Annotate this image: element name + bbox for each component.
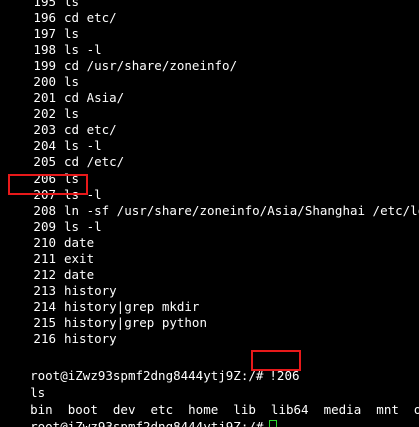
history-number: 208 <box>33 203 56 218</box>
highlight-box-206 <box>8 174 88 195</box>
history-number: 213 <box>33 283 56 298</box>
history-line: 203 cd etc/ <box>0 122 117 138</box>
history-number: 200 <box>33 74 56 89</box>
history-line: 211 exit <box>0 251 94 267</box>
history-line: 208 ln -sf /usr/share/zoneinfo/Asia/Shang… <box>0 203 419 219</box>
history-command: ls <box>64 0 80 9</box>
history-number: 215 <box>33 315 56 330</box>
history-command: cd /usr/share/zoneinfo/ <box>64 58 238 73</box>
history-number: 196 <box>33 10 56 25</box>
history-line: 197 ls <box>0 26 79 42</box>
history-number: 201 <box>33 90 56 105</box>
terminal-window[interactable]: 195 ls 196 cd etc/ 197 ls 198 ls -l 199 cd /u… <box>0 0 419 427</box>
history-command: exit <box>64 251 95 266</box>
history-command: history|grep python <box>64 315 207 330</box>
history-number: 199 <box>33 58 56 73</box>
history-command: ls -l <box>64 138 102 153</box>
history-command: ls <box>64 74 80 89</box>
history-command: ls <box>64 26 80 41</box>
ls-output-line: bin boot dev etc home lib lib64 media mn… <box>0 386 419 417</box>
history-line: 204 ls -l <box>0 138 102 154</box>
history-number: 197 <box>33 26 56 41</box>
history-line: 213 history <box>0 283 117 299</box>
history-line: 210 date <box>0 235 94 251</box>
history-command: date <box>64 267 95 282</box>
history-command: cd /etc/ <box>64 154 125 169</box>
history-number: 205 <box>33 154 56 169</box>
shell-prompt: root@iZwz93spmf2dng8444ytj9Z:/# <box>30 368 264 383</box>
history-number: 195 <box>33 0 56 9</box>
history-number: 203 <box>33 122 56 137</box>
history-line: 196 cd etc/ <box>0 10 117 26</box>
history-command: ls <box>64 106 80 121</box>
history-number: 202 <box>33 106 56 121</box>
history-command: history <box>64 331 117 346</box>
history-command: cd Asia/ <box>64 90 125 105</box>
history-command: cd etc/ <box>64 10 117 25</box>
terminal-cursor[interactable] <box>269 420 278 427</box>
history-number: 209 <box>33 219 56 234</box>
history-line: 215 history|grep python <box>0 315 207 331</box>
history-command: date <box>64 235 95 250</box>
history-command: history|grep mkdir <box>64 299 200 314</box>
active-prompt-line[interactable]: root@iZwz93spmf2dng8444ytj9Z:/# <box>0 403 278 427</box>
history-line: 202 ls <box>0 106 79 122</box>
history-line: 209 ls -l <box>0 219 102 235</box>
history-line: 198 ls -l <box>0 42 102 58</box>
history-command: history <box>64 283 117 298</box>
history-number: 210 <box>33 235 56 250</box>
history-command: ln -sf /usr/share/zoneinfo/Asia/Shanghai… <box>64 203 419 218</box>
history-command: cd etc/ <box>64 122 117 137</box>
highlight-box-recall <box>251 350 301 371</box>
history-line: 200 ls <box>0 74 79 90</box>
history-line: 214 history|grep mkdir <box>0 299 199 315</box>
history-line: 201 cd Asia/ <box>0 90 124 106</box>
history-number: 212 <box>33 267 56 282</box>
history-number: 204 <box>33 138 56 153</box>
history-number: 214 <box>33 299 56 314</box>
shell-prompt: root@iZwz93spmf2dng8444ytj9Z:/# <box>30 419 264 427</box>
history-line: 195 ls <box>0 0 79 10</box>
echoed-command-line: ls <box>0 369 45 400</box>
history-number: 216 <box>33 331 56 346</box>
history-command: ls -l <box>64 219 102 234</box>
history-line: 212 date <box>0 267 94 283</box>
history-line: 216 history <box>0 331 117 347</box>
history-number: 211 <box>33 251 56 266</box>
history-line: 205 cd /etc/ <box>0 154 124 170</box>
history-number: 198 <box>33 42 56 57</box>
history-line: 199 cd /usr/share/zoneinfo/ <box>0 58 237 74</box>
history-command: ls -l <box>64 42 102 57</box>
